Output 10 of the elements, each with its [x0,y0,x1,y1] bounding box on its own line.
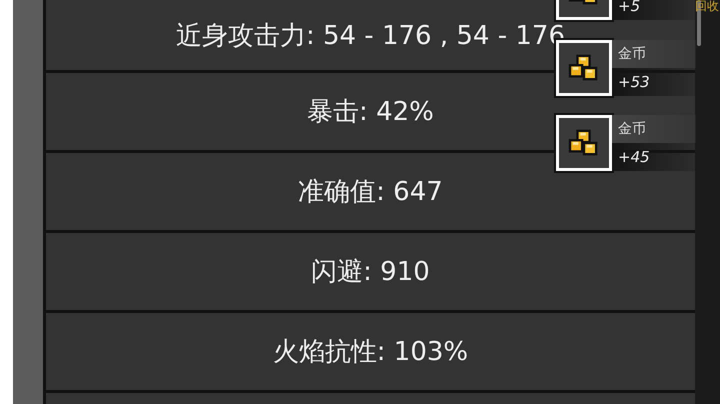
item-amount: +45 [618,148,650,166]
item-name: 金币 [618,120,646,138]
item-name: 金币 [618,45,646,63]
stat-text: 暴击: 42% [307,96,434,129]
stat-text: 闪避: 910 [311,256,430,289]
recycle-label[interactable]: 回收 [695,0,719,13]
stat-text: 准确值: 647 [298,176,443,209]
item-amount: +53 [618,73,650,91]
item-amount: +5 [618,0,640,15]
stat-text: 火焰抗性: 103% [272,336,468,369]
